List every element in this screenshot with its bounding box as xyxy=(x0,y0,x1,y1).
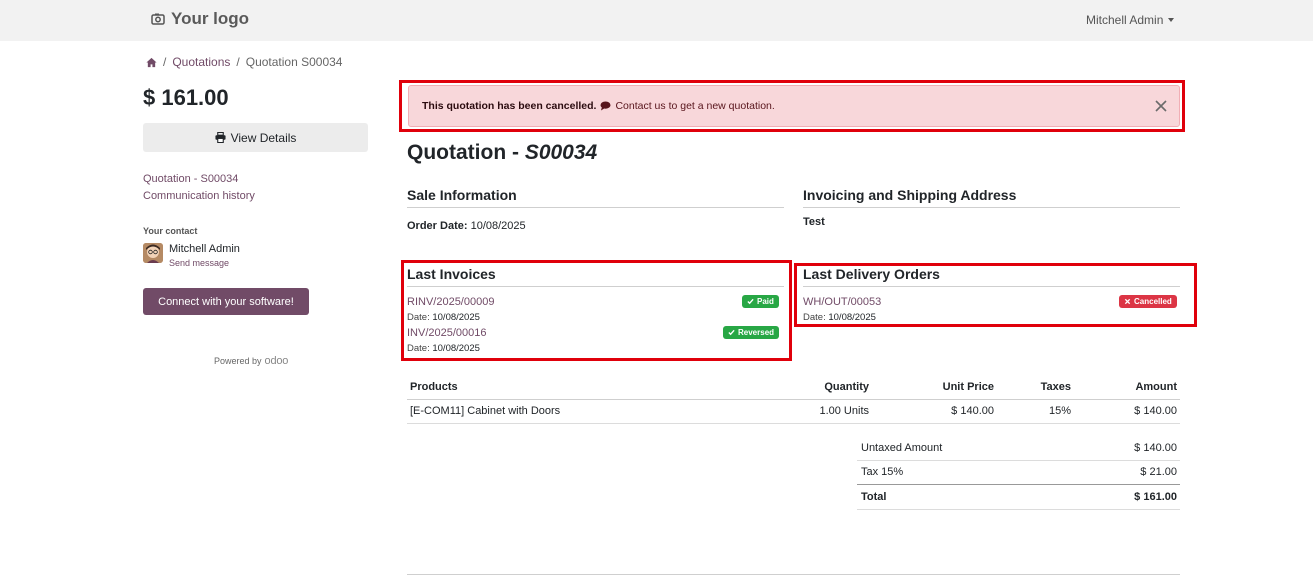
untaxed-amount-label: Untaxed Amount xyxy=(861,442,943,454)
odoo-logo[interactable]: odoo xyxy=(265,355,289,367)
order-date-label: Order Date: xyxy=(407,220,468,232)
camera-icon xyxy=(151,13,165,25)
tax-value: $ 21.00 xyxy=(1140,466,1177,478)
divider xyxy=(803,207,1180,208)
line-amount: $ 140.00 xyxy=(1134,405,1177,417)
line-taxes: 15% xyxy=(1048,405,1071,417)
breadcrumb: / Quotations / Quotation S00034 xyxy=(146,55,342,69)
communication-history-link[interactable]: Communication history xyxy=(143,190,255,202)
totals-divider xyxy=(857,460,1180,461)
breadcrumb-quotations-link[interactable]: Quotations xyxy=(172,55,230,69)
tax-label: Tax 15% xyxy=(861,466,904,478)
alert-highlight-box xyxy=(399,80,1185,132)
view-details-label: View Details xyxy=(230,130,297,145)
total-label: Total xyxy=(861,491,887,503)
col-header-amount: Amount xyxy=(1135,381,1177,393)
breadcrumb-separator: / xyxy=(163,55,167,69)
avatar xyxy=(143,243,163,263)
line-unit-price: $ 140.00 xyxy=(951,405,994,417)
powered-by-label: Powered by xyxy=(214,356,262,366)
title-prefix: Quotation - xyxy=(407,141,525,164)
untaxed-amount-value: $ 140.00 xyxy=(1134,442,1177,454)
view-details-button[interactable]: View Details xyxy=(143,123,368,152)
printer-icon xyxy=(215,132,226,143)
breadcrumb-separator: / xyxy=(236,55,240,69)
sale-information-heading: Sale Information xyxy=(407,187,517,203)
invoices-highlight-box xyxy=(401,260,792,361)
send-message-link[interactable]: Send message xyxy=(169,258,229,268)
address-name: Test xyxy=(803,216,825,228)
line-quantity: 1.00 Units xyxy=(819,405,869,417)
total-value: $ 161.00 xyxy=(1134,491,1177,503)
col-header-unit-price: Unit Price xyxy=(942,381,994,393)
quotation-amount: $ 161.00 xyxy=(143,85,229,110)
table-row-divider xyxy=(407,423,1180,424)
delivery-highlight-box xyxy=(794,263,1197,327)
quotation-link[interactable]: Quotation - S00034 xyxy=(143,173,238,185)
col-header-taxes: Taxes xyxy=(1040,381,1071,393)
user-menu[interactable]: Mitchell Admin xyxy=(1086,13,1175,27)
title-number: S00034 xyxy=(524,141,598,164)
page-bottom-divider xyxy=(407,574,1180,575)
top-navbar: Your logo Mitchell Admin xyxy=(0,0,1313,41)
order-date-value: 10/08/2025 xyxy=(470,220,526,232)
totals-divider xyxy=(857,484,1180,485)
caret-down-icon xyxy=(1168,18,1175,22)
divider xyxy=(407,207,784,208)
contact-label: Your contact xyxy=(143,226,198,236)
connect-software-button[interactable]: Connect with your software! xyxy=(143,288,309,315)
powered-by: Powered by odoo xyxy=(214,355,288,367)
logo-text: Your logo xyxy=(171,9,250,28)
contact-name: Mitchell Admin xyxy=(169,243,240,255)
order-date-row: Order Date: 10/08/2025 xyxy=(407,220,526,232)
col-header-quantity: Quantity xyxy=(824,381,869,393)
home-icon[interactable] xyxy=(146,57,157,68)
address-heading: Invoicing and Shipping Address xyxy=(803,187,1017,203)
logo[interactable]: Your logo xyxy=(151,9,249,29)
page-title: Quotation - S00034 xyxy=(407,141,597,165)
table-header-divider xyxy=(407,399,1180,400)
line-product: [E-COM11] Cabinet with Doors xyxy=(410,405,561,417)
breadcrumb-current: Quotation S00034 xyxy=(245,55,343,69)
user-name: Mitchell Admin xyxy=(1086,13,1164,27)
col-header-products: Products xyxy=(410,381,458,393)
totals-divider xyxy=(857,509,1180,510)
